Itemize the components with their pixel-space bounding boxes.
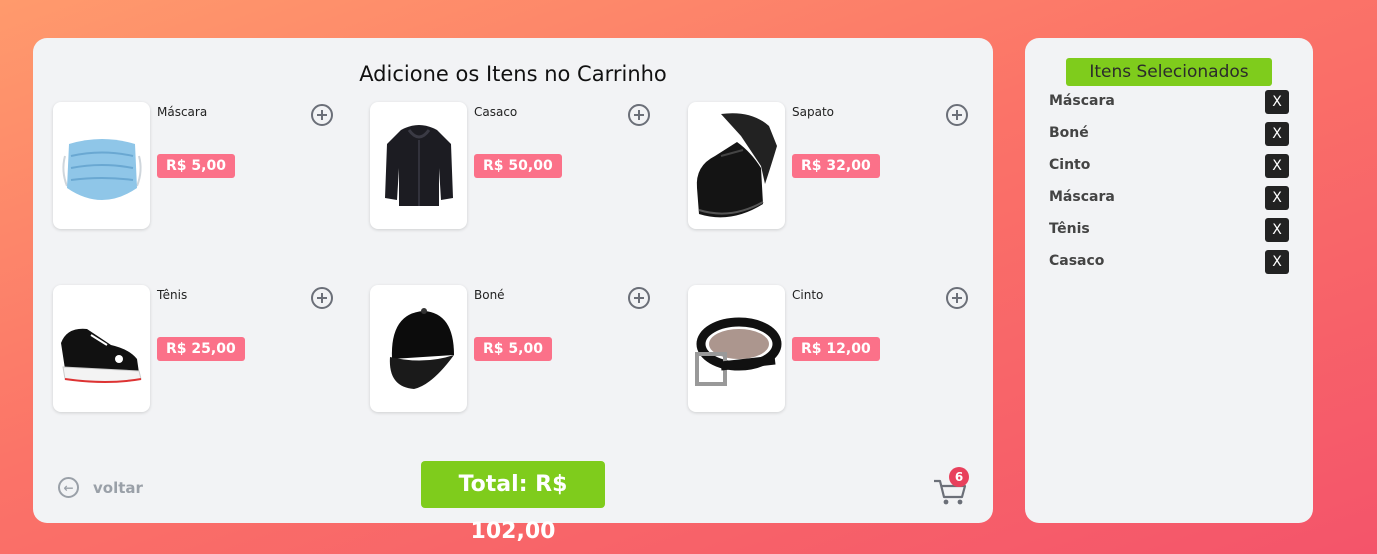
product-card-bone: Boné R$ 5,00 [370, 285, 655, 415]
selected-item-label: Máscara [1049, 189, 1115, 205]
back-button[interactable]: ← voltar [58, 477, 143, 498]
product-price: R$ 12,00 [792, 337, 880, 361]
back-label: voltar [93, 478, 143, 497]
product-price: R$ 32,00 [792, 154, 880, 178]
product-panel: Adicione os Itens no Carrinho Máscara R$… [33, 38, 993, 544]
remove-item-button[interactable]: X [1265, 186, 1289, 210]
page-title: Adicione os Itens no Carrinho [359, 62, 667, 86]
cart-count-badge: 6 [949, 467, 969, 487]
selected-item-label: Tênis [1049, 221, 1090, 237]
product-price: R$ 5,00 [474, 337, 552, 361]
selected-item: Casaco X [1049, 250, 1289, 274]
add-to-cart-icon[interactable] [946, 104, 968, 126]
belt-image [688, 285, 785, 412]
total-amount: Total: R$ 102,00 [421, 461, 605, 544]
selected-item: Boné X [1049, 122, 1289, 146]
remove-item-button[interactable]: X [1265, 154, 1289, 178]
selected-item-label: Casaco [1049, 253, 1105, 269]
cap-image [370, 285, 467, 412]
add-to-cart-icon[interactable] [311, 104, 333, 126]
selected-item-label: Cinto [1049, 157, 1091, 173]
product-name: Cinto [792, 288, 824, 302]
product-name: Casaco [474, 105, 518, 119]
remove-item-button[interactable]: X [1265, 250, 1289, 274]
remove-item-button[interactable]: X [1265, 90, 1289, 114]
selected-item: Tênis X [1049, 218, 1289, 242]
product-name: Tênis [157, 288, 188, 302]
selected-item: Máscara X [1049, 186, 1289, 210]
selected-items-panel: Itens Selecionados Máscara X Boné X Cint… [1025, 38, 1313, 523]
selected-item-label: Máscara [1049, 93, 1115, 109]
product-card-tenis: Tênis R$ 25,00 [53, 285, 338, 415]
product-name: Sapato [792, 105, 834, 119]
selected-item: Máscara X [1049, 90, 1289, 114]
remove-item-button[interactable]: X [1265, 122, 1289, 146]
product-card-casaco: Casaco R$ 50,00 [370, 102, 655, 232]
shoe-image [688, 102, 785, 229]
add-to-cart-icon[interactable] [311, 287, 333, 309]
product-card-sapato: Sapato R$ 32,00 [688, 102, 973, 232]
selected-item-label: Boné [1049, 125, 1089, 141]
jacket-image [370, 102, 467, 229]
mask-image [53, 102, 150, 229]
product-card-mascara: Máscara R$ 5,00 [53, 102, 338, 232]
selected-item: Cinto X [1049, 154, 1289, 178]
product-name: Máscara [157, 105, 208, 119]
remove-item-button[interactable]: X [1265, 218, 1289, 242]
product-price: R$ 25,00 [157, 337, 245, 361]
selected-items-title: Itens Selecionados [1066, 58, 1272, 86]
add-to-cart-icon[interactable] [628, 287, 650, 309]
add-to-cart-icon[interactable] [628, 104, 650, 126]
product-card-cinto: Cinto R$ 12,00 [688, 285, 973, 415]
product-name: Boné [474, 288, 505, 302]
arrow-left-icon: ← [58, 477, 79, 498]
add-to-cart-icon[interactable] [946, 287, 968, 309]
product-price: R$ 5,00 [157, 154, 235, 178]
sneaker-image [53, 285, 150, 412]
product-price: R$ 50,00 [474, 154, 562, 178]
